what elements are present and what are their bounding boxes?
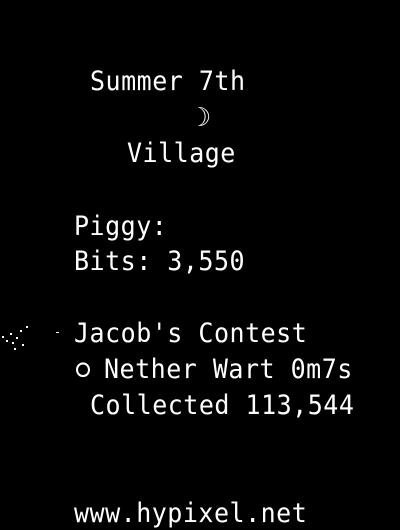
contest-crop-text: Nether Wart 0m7s: [104, 354, 353, 385]
contest-crop-row: Nether Wart 0m7s: [74, 354, 353, 386]
server-url: www.hypixel.net: [74, 498, 308, 529]
location-label: Village: [127, 138, 236, 169]
sparkle-particles: [2, 326, 59, 350]
collected-count: Collected 113,544: [90, 390, 355, 421]
contest-title: Jacob's Contest: [74, 318, 308, 349]
purse-label: Piggy:: [74, 211, 168, 242]
moon-icon: ☽: [196, 102, 212, 133]
circle-bullet-icon: [76, 362, 90, 378]
game-date: Summer 7th: [90, 66, 246, 97]
bits-counter: Bits: 3,550: [74, 246, 246, 277]
